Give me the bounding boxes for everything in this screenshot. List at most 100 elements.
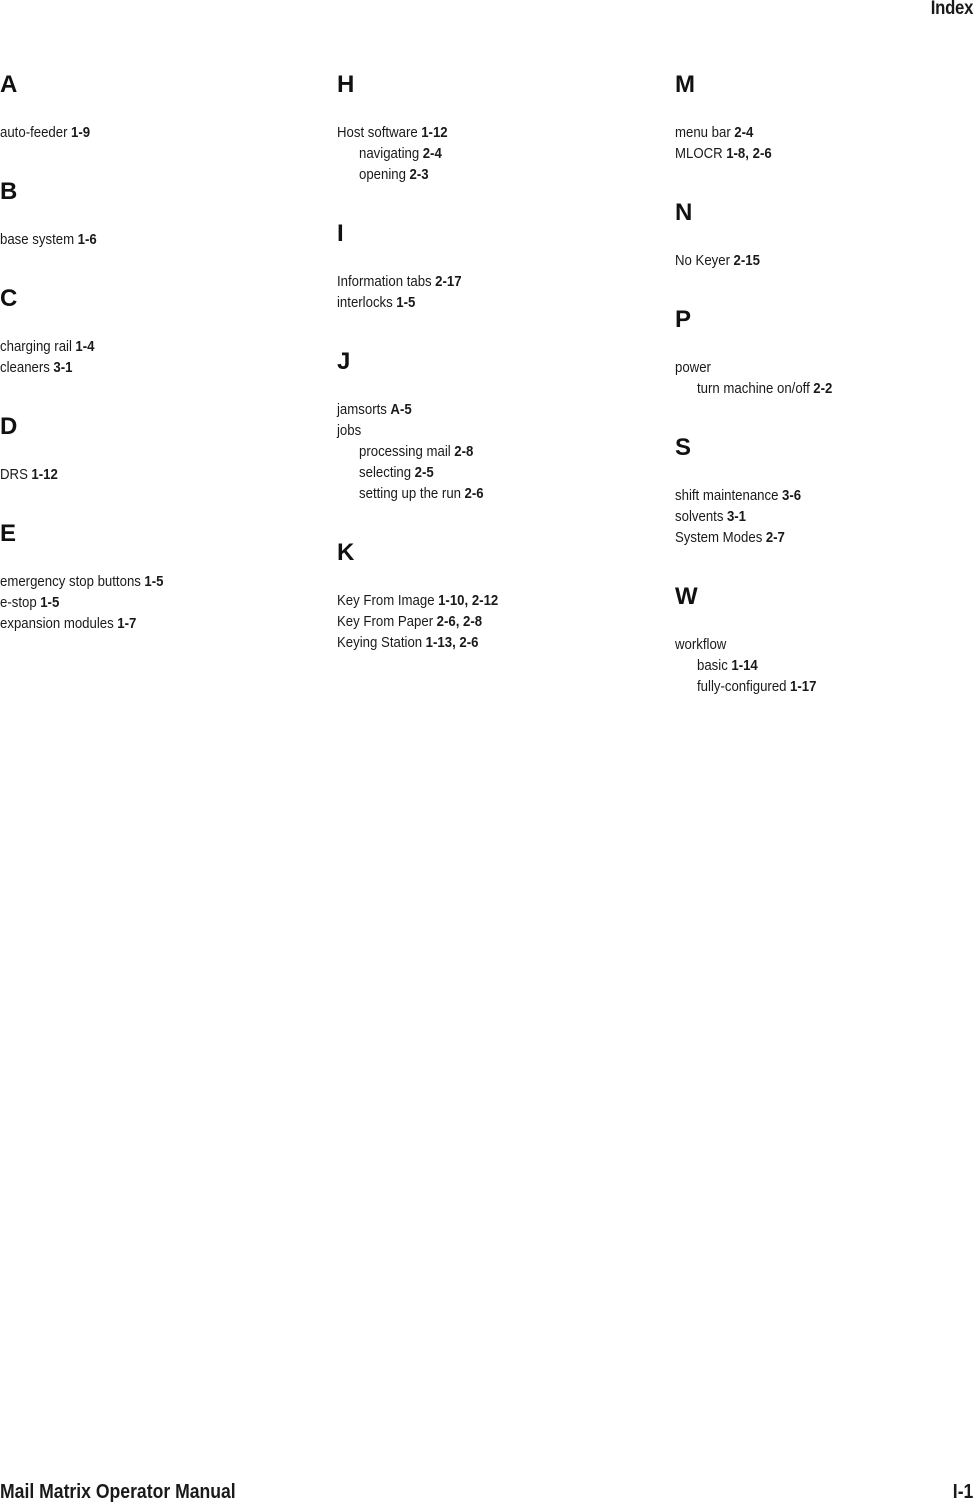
entry-page-reference[interactable]: 1-5 [144,573,163,590]
entry-page-reference[interactable]: 1-10, 2-12 [438,592,498,609]
section-letter-heading: B [0,178,18,205]
index-subentry: processing mail 2-8 [337,441,676,462]
entry-page-reference[interactable]: 1-14 [731,657,757,674]
entry-page-reference[interactable]: 3-6 [782,487,801,504]
index-entries: auto-feeder 1-9 [0,122,320,143]
entry-page-reference[interactable]: 1-8, 2-6 [726,145,771,162]
entry-page-reference[interactable]: A-5 [390,401,411,418]
entry-page-reference[interactable]: 2-5 [415,464,434,481]
index-entries: base system 1-6 [0,229,320,250]
page-header-title: Index [930,0,974,19]
index-entries: charging rail 1-4 cleaners 3-1 [0,336,320,378]
index-entry: DRS 1-12 [0,464,317,485]
entry-page-reference[interactable]: 1-12 [421,124,447,141]
entry-term: emergency stop buttons [0,573,141,590]
entry-page-reference[interactable]: 1-5 [396,294,415,311]
section-letter-heading: W [675,583,698,610]
entry-term: opening [359,166,406,183]
entry-page-reference[interactable]: 1-4 [75,338,94,355]
entry-term: jamsorts [337,401,387,418]
index-section-b: Bbase system 1-6 [0,177,320,250]
index-entry: solvents 3-1 [675,506,975,527]
entry-term: System Modes [675,529,763,546]
index-entry: power [675,357,975,378]
section-letter-heading: A [0,71,18,98]
entry-page-reference[interactable]: 1-7 [117,615,136,632]
entry-term: charging rail [0,338,72,355]
entry-page-reference[interactable]: 1-9 [71,124,90,141]
index-section-d: D DRS 1-12 [0,412,320,485]
entry-term: shift maintenance [675,487,779,504]
index-entry: Host software 1-12 [337,122,654,143]
entry-term: jobs [337,422,362,439]
entry-page-reference[interactable]: 2-6, 2-8 [437,613,482,630]
section-letter-heading: P [675,306,692,333]
index-section-m: Mmenu bar 2-4 MLOCR 1-8, 2-6 [675,70,975,164]
entry-term: Host software [337,124,418,141]
index-entry: base system 1-6 [0,229,317,250]
entry-page-reference[interactable]: 3-1 [727,508,746,525]
entry-page-reference[interactable]: 1-17 [790,678,816,695]
index-entry: Information tabs 2-17 [337,271,654,292]
entry-page-reference[interactable]: 2-6 [465,485,484,502]
index-section-s: Sshift maintenance 3-6 solvents 3-1 System M… [675,433,975,548]
entry-term: fully-configured [697,678,787,695]
index-entry: shift maintenance 3-6 [675,485,975,506]
entry-term: DRS [0,466,28,483]
footer-manual-title: Mail Matrix Operator Manual [0,1481,236,1503]
entry-term: menu bar [675,124,731,141]
index-entry: workflow [675,634,975,655]
index-entries: Information tabs 2-17 interlocks 1-5 [337,271,657,313]
index-entry: Keying Station 1-13, 2-6 [337,632,654,653]
index-entry: System Modes 2-7 [675,527,975,548]
index-entry: charging rail 1-4 [0,336,317,357]
section-letter-heading: E [0,520,17,547]
index-subentry: selecting 2-5 [337,462,676,483]
index-entries: workflow basic 1-14 fully-configured 1-17 [675,634,975,697]
index-entry: No Keyer 2-15 [675,250,975,271]
entry-term: processing mail [359,443,451,460]
entry-page-reference[interactable]: 3-1 [53,359,72,376]
entry-page-reference[interactable]: 2-8 [454,443,473,460]
entry-page-reference[interactable]: 2-15 [734,252,760,269]
section-letter-heading: D [0,413,18,440]
entry-page-reference[interactable]: 1-5 [40,594,59,611]
index-subentry: turn machine on/off 2-2 [675,378,975,399]
entry-term: expansion modules [0,615,114,632]
index-subentry: fully-configured 1-17 [675,676,975,697]
index-entry: emergency stop buttons 1-5 [0,571,317,592]
entry-page-reference[interactable]: 1-12 [31,466,57,483]
entry-term: e-stop [0,594,37,611]
index-entries: No Keyer 2-15 [675,250,975,271]
entry-page-reference[interactable]: 2-4 [423,145,442,162]
index-entries: menu bar 2-4 MLOCR 1-8, 2-6 [675,122,975,164]
entry-page-reference[interactable]: 2-17 [435,273,461,290]
index-section-j: Jjamsorts A-5 jobs processing mail 2-8 select… [337,347,657,504]
section-letter-heading: N [675,199,693,226]
entry-page-reference[interactable]: 2-7 [766,529,785,546]
entry-term: cleaners [0,359,50,376]
index-section-e: Eemergency stop buttons 1-5 e-stop 1-5 expan… [0,519,320,634]
entry-page-reference[interactable]: 1-6 [78,231,97,248]
section-letter-heading: J [337,348,351,375]
index-entry: cleaners 3-1 [0,357,317,378]
index-column-1: Aauto-feeder 1-9 Bbase system 1-6 Ccharging … [0,70,320,668]
index-entry: Key From Paper 2-6, 2-8 [337,611,654,632]
entry-page-reference[interactable]: 1-13, 2-6 [426,634,479,651]
index-entry: expansion modules 1-7 [0,613,317,634]
entry-page-reference[interactable]: 2-4 [734,124,753,141]
index-section-h: H Host software 1-12 navigating 2-4 opening 2-… [337,70,657,185]
index-section-n: N No Keyer 2-15 [675,198,975,271]
index-entry: jamsorts A-5 [337,399,654,420]
index-section-i: I Information tabs 2-17 interlocks 1-5 [337,219,657,313]
footer-page-number: I-1 [952,1481,973,1503]
entry-page-reference[interactable]: 2-3 [410,166,429,183]
entry-term: Key From Image [337,592,435,609]
entry-term: turn machine on/off [697,380,810,397]
entry-page-reference[interactable]: 2-2 [813,380,832,397]
entry-term: Keying Station [337,634,423,651]
section-letter-heading: I [337,220,344,247]
index-entry: menu bar 2-4 [675,122,975,143]
index-entry: e-stop 1-5 [0,592,317,613]
index-entries: shift maintenance 3-6 solvents 3-1 System Mo… [675,485,975,548]
